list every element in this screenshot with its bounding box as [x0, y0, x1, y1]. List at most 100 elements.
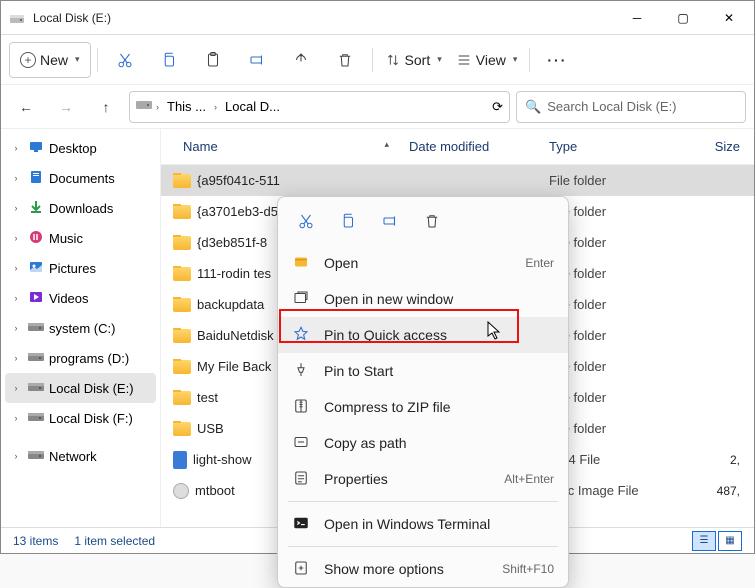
ctx-open-in-windows-terminal[interactable]: Open in Windows Terminal — [278, 506, 568, 542]
ctx-compress-to-zip-file[interactable]: Compress to ZIP file — [278, 389, 568, 425]
ctx-delete-button[interactable] — [414, 205, 450, 237]
sidebar-item-programs-d-[interactable]: ›programs (D:) — [5, 343, 156, 373]
more-button[interactable]: ··· — [536, 42, 578, 78]
sort-button[interactable]: Sort ▾ — [379, 42, 448, 78]
view-label: View — [476, 52, 506, 68]
chevron-right-icon: › — [9, 233, 23, 243]
col-date[interactable]: Date modified — [409, 139, 549, 154]
chevron-down-icon: ▾ — [513, 54, 518, 65]
ctx-cut-button[interactable] — [288, 205, 324, 237]
sidebar-item-network[interactable]: ›Network — [5, 441, 156, 471]
column-header: Name▴ Date modified Type Size — [161, 129, 754, 165]
breadcrumb[interactable]: This ... — [163, 97, 210, 116]
rename-button[interactable] — [236, 42, 278, 78]
ctx-item-label: Open in Windows Terminal — [324, 516, 490, 532]
chevron-right-icon: › — [9, 263, 23, 273]
ctx-copy-as-path[interactable]: Copy as path — [278, 425, 568, 461]
sidebar-item-documents[interactable]: › Documents — [5, 163, 156, 193]
thumbnails-view-button[interactable]: ▦ — [718, 531, 742, 551]
new-button[interactable]: + New ▾ — [9, 42, 91, 78]
share-button[interactable] — [280, 42, 322, 78]
file-size: 2, — [669, 453, 754, 467]
ctx-pin-to-quick-access[interactable]: Pin to Quick access — [278, 317, 568, 353]
drive-icon — [9, 10, 25, 26]
ctx-open-in-new-window[interactable]: Open in new window — [278, 281, 568, 317]
folder-icon — [173, 298, 191, 312]
sidebar-item-label: Videos — [49, 291, 89, 306]
file-size: 487, — [669, 484, 754, 498]
table-row[interactable]: {a95f041c-511File folder — [161, 165, 754, 196]
folder-icon — [173, 205, 191, 219]
paste-button[interactable] — [192, 42, 234, 78]
sidebar-item-label: Desktop — [49, 141, 97, 156]
ctx-open[interactable]: OpenEnter — [278, 245, 568, 281]
sidebar-item-local-disk-e-[interactable]: ›Local Disk (E:) — [5, 373, 156, 403]
sidebar-item-desktop[interactable]: ›Desktop — [5, 133, 156, 163]
search-placeholder: Search Local Disk (E:) — [547, 99, 676, 114]
forward-button[interactable]: → — [49, 90, 83, 124]
ctx-rename-button[interactable] — [372, 205, 408, 237]
ctx-item-label: Properties — [324, 471, 388, 487]
sidebar-item-system-c-[interactable]: ›system (C:) — [5, 313, 156, 343]
sidebar-item-local-disk-f-[interactable]: ›Local Disk (F:) — [5, 403, 156, 433]
sidebar-item-videos[interactable]: › Videos — [5, 283, 156, 313]
newwin-icon — [292, 289, 310, 310]
ctx-item-label: Compress to ZIP file — [324, 399, 451, 415]
ctx-show-more-options[interactable]: Show more optionsShift+F10 — [278, 551, 568, 587]
chevron-right-icon: › — [9, 383, 23, 393]
chevron-right-icon: › — [9, 173, 23, 183]
minimize-button[interactable]: ─ — [614, 1, 660, 34]
sidebar-icon — [27, 229, 45, 248]
terminal-icon — [292, 514, 310, 535]
address-bar[interactable]: › This ... › Local D... ⟳ — [129, 91, 510, 123]
ctx-item-label: Pin to Quick access — [324, 327, 447, 343]
ctx-pin-to-start[interactable]: Pin to Start — [278, 353, 568, 389]
cut-button[interactable] — [104, 42, 146, 78]
close-button[interactable]: ✕ — [706, 1, 752, 34]
context-action-row — [278, 197, 568, 245]
nav-row: ← → ↑ › This ... › Local D... ⟳ 🔍 Search… — [1, 85, 754, 129]
chevron-right-icon: › — [9, 293, 23, 303]
maximize-button[interactable]: ▢ — [660, 1, 706, 34]
video-file-icon — [173, 451, 187, 469]
sidebar-item-label: Documents — [49, 171, 115, 186]
props-icon — [292, 469, 310, 490]
view-button[interactable]: View ▾ — [450, 42, 524, 78]
search-input[interactable]: 🔍 Search Local Disk (E:) — [516, 91, 746, 123]
copy-button[interactable] — [148, 42, 190, 78]
file-name: {d3eb851f-8 — [197, 235, 267, 250]
up-button[interactable]: ↑ — [89, 90, 123, 124]
sidebar-item-label: Downloads — [49, 201, 113, 216]
sidebar-icon — [27, 169, 45, 188]
col-name[interactable]: Name▴ — [161, 139, 409, 154]
file-name: backupdata — [197, 297, 264, 312]
details-view-button[interactable]: ☰ — [692, 531, 716, 551]
ctx-shortcut: Enter — [525, 256, 554, 270]
sidebar-icon — [27, 199, 45, 218]
sidebar-item-label: Local Disk (F:) — [49, 411, 133, 426]
ctx-item-label: Pin to Start — [324, 363, 393, 379]
ctx-item-label: Copy as path — [324, 435, 407, 451]
file-name: 111-rodin tes — [197, 266, 271, 281]
back-button[interactable]: ← — [9, 90, 43, 124]
chevron-right-icon: › — [9, 353, 23, 363]
ctx-copy-button[interactable] — [330, 205, 366, 237]
sidebar-item-downloads[interactable]: ›Downloads — [5, 193, 156, 223]
pin-icon — [292, 361, 310, 382]
file-name: {a95f041c-511 — [197, 173, 280, 188]
col-type[interactable]: Type — [549, 139, 669, 154]
delete-button[interactable] — [324, 42, 366, 78]
refresh-button[interactable]: ⟳ — [492, 99, 503, 115]
folder-icon — [173, 360, 191, 374]
sidebar-icon — [27, 381, 45, 396]
sidebar-item-pictures[interactable]: ›Pictures — [5, 253, 156, 283]
sidebar-item-music[interactable]: ›Music — [5, 223, 156, 253]
ctx-properties[interactable]: PropertiesAlt+Enter — [278, 461, 568, 497]
folder-icon — [173, 391, 191, 405]
sidebar-icon — [27, 289, 45, 308]
breadcrumb[interactable]: Local D... — [221, 97, 284, 116]
file-name: USB — [197, 421, 224, 436]
folder-icon — [173, 329, 191, 343]
col-size[interactable]: Size — [669, 139, 754, 154]
disc-image-icon — [173, 483, 189, 499]
